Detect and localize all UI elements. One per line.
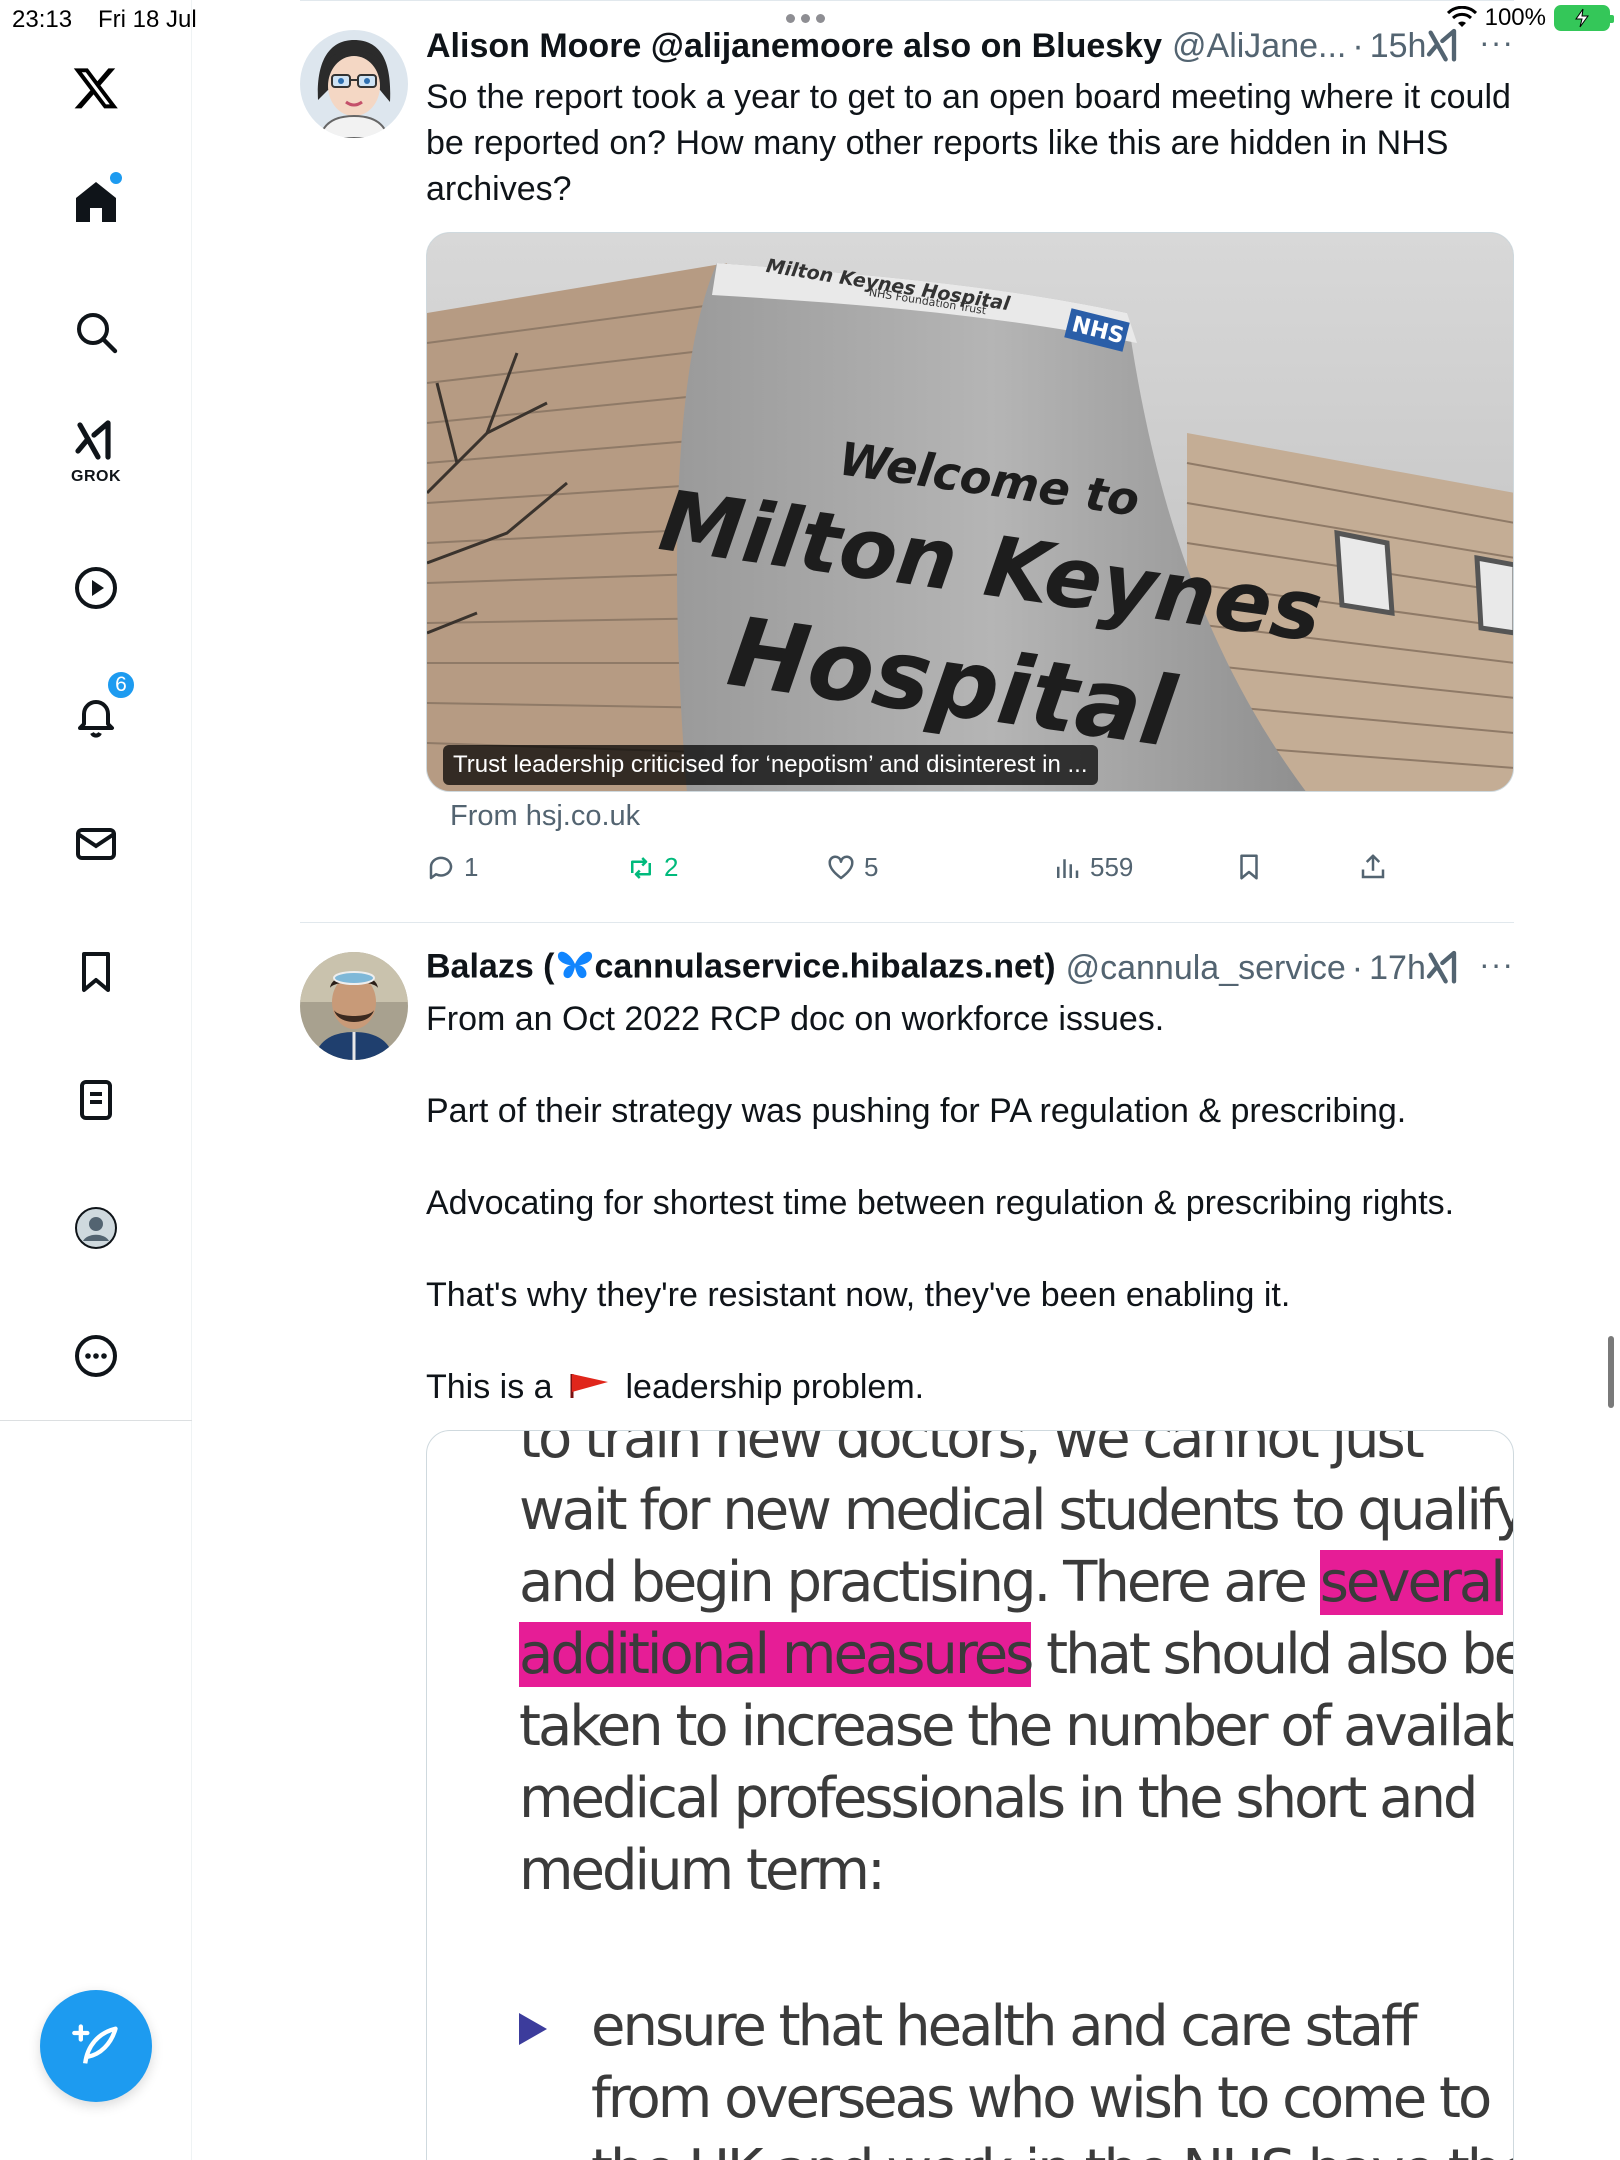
repost-count: 2 — [664, 852, 679, 882]
compose-icon — [72, 2024, 118, 2064]
home-unread-dot — [110, 172, 122, 184]
views-button[interactable]: 559 — [1052, 852, 1133, 883]
author-handle[interactable]: @cannula_service — [1066, 949, 1346, 988]
scrollbar[interactable] — [1608, 1336, 1614, 1408]
repost-icon — [631, 856, 651, 879]
bookmark-button[interactable] — [1234, 852, 1264, 882]
bullet-triangle-icon — [519, 2013, 547, 2045]
share-button[interactable] — [1358, 852, 1388, 882]
tweet-paragraph: This is a leadership problem. — [426, 1364, 1514, 1412]
tweet-text: So the report took a year to get to an o… — [426, 78, 1511, 208]
author-name[interactable]: Balazs (cannulaservice.hibalazs.net) — [426, 947, 1056, 990]
tweet-paragraph: That's why they're resistant now, they'v… — [426, 1276, 1291, 1314]
highlighted-text: additional measures — [519, 1622, 1034, 1687]
reply-count: 1 — [464, 852, 479, 882]
card-image: NHS Milton Keynes Hospital NHS Foundatio… — [427, 233, 1513, 791]
tweet-actions: 1 2 5 559 — [426, 852, 1514, 896]
like-button[interactable]: 5 — [826, 852, 878, 883]
x-logo-icon[interactable] — [56, 48, 136, 128]
tweet-divider — [300, 0, 1514, 1]
grok-icon[interactable] — [1424, 948, 1464, 988]
tweet-paragraph: Advocating for shortest time between reg… — [426, 1184, 1455, 1222]
card-caption: Trust leadership criticised for ‘nepotis… — [443, 745, 1098, 785]
sidebar: GROK 6 — [0, 0, 192, 2160]
profile-icon[interactable] — [56, 1188, 136, 1268]
document-text: to train new doctors, we cannot just wai… — [519, 1430, 1514, 1903]
separator-dot: · — [1352, 26, 1364, 65]
author-handle[interactable]: @AliJane... — [1172, 27, 1346, 66]
notification-badge: 6 — [106, 670, 136, 700]
tweet-header: Balazs (cannulaservice.hibalazs.net) @ca… — [426, 946, 1514, 990]
views-icon — [1057, 858, 1079, 878]
tweet-time[interactable]: 17h — [1369, 949, 1426, 988]
grok-icon[interactable]: GROK — [56, 412, 136, 492]
compose-button[interactable] — [40, 1990, 152, 2102]
lists-icon[interactable] — [56, 1060, 136, 1140]
reply-icon — [429, 856, 453, 879]
butterfly-icon — [555, 947, 595, 990]
separator-dot: · — [1351, 948, 1364, 987]
like-count: 5 — [864, 852, 879, 882]
tweet-text: From an Oct 2022 RCP doc on workforce is… — [426, 996, 1514, 1412]
battery-icon — [1554, 5, 1614, 31]
search-icon[interactable] — [56, 292, 136, 372]
grok-icon[interactable] — [1424, 26, 1464, 66]
video-icon[interactable] — [56, 548, 136, 628]
bell-icon[interactable]: 6 — [56, 670, 136, 756]
avatar[interactable] — [300, 30, 408, 138]
tweet-header: Alison Moore @alijanemoore also on Blues… — [426, 24, 1514, 68]
home-icon[interactable] — [56, 162, 136, 242]
share-icon — [1361, 854, 1385, 879]
card-source[interactable]: From hsj.co.uk — [450, 800, 640, 833]
grok-label: GROK — [71, 468, 121, 485]
bookmark-icon[interactable] — [56, 932, 136, 1012]
heart-icon — [828, 854, 854, 879]
repost-button[interactable]: 2 — [626, 852, 678, 883]
reply-button[interactable]: 1 — [426, 852, 478, 883]
sidebar-divider — [0, 1420, 192, 1421]
author-name[interactable]: Alison Moore @alijanemoore also on Blues… — [426, 27, 1162, 66]
mail-icon[interactable] — [56, 804, 136, 884]
bookmark-icon — [1240, 854, 1258, 880]
tweet-divider — [300, 922, 1514, 923]
view-count: 559 — [1090, 852, 1134, 882]
more-options-icon[interactable]: ··· — [1479, 24, 1514, 61]
avatar[interactable] — [300, 952, 408, 1060]
tweet-time[interactable]: 15h — [1370, 27, 1427, 66]
more-icon[interactable] — [56, 1316, 136, 1396]
highlighted-text: several — [1319, 1550, 1506, 1615]
link-card[interactable]: NHS Milton Keynes Hospital NHS Foundatio… — [426, 232, 1514, 792]
timeline: Alison Moore @alijanemoore also on Blues… — [300, 0, 1514, 2160]
more-options-icon[interactable]: ··· — [1479, 946, 1514, 983]
tweet-paragraph: From an Oct 2022 RCP doc on workforce is… — [426, 1000, 1165, 1038]
red-flag-icon — [568, 1366, 610, 1412]
tweet-paragraph: Part of their strategy was pushing for P… — [426, 1092, 1407, 1130]
document-image[interactable]: to train new doctors, we cannot just wai… — [426, 1430, 1514, 2160]
